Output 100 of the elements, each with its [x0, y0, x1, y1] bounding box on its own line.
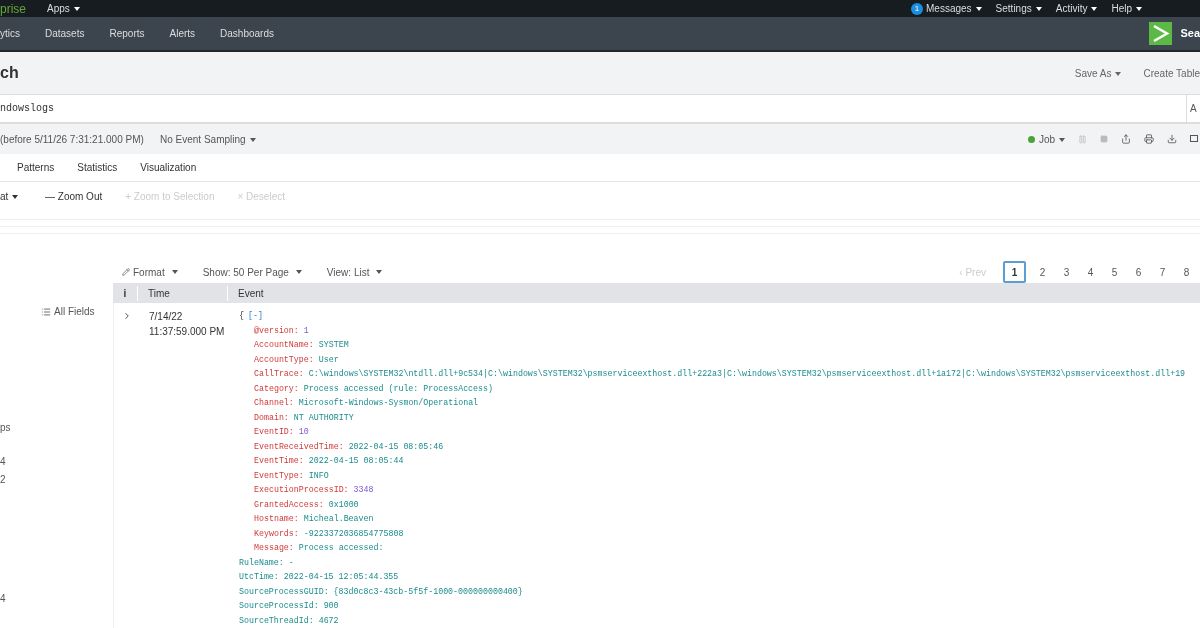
column-header: Time: [138, 285, 228, 301]
json-value: Process accessed (rule: ProcessAccess): [302, 382, 493, 395]
field-list-item[interactable]: ps: [0, 420, 113, 435]
create-table-button[interactable]: Create Table: [1143, 65, 1200, 81]
page-button[interactable]: 8: [1179, 261, 1194, 283]
json-value: Micheal.Beaven: [302, 513, 374, 525]
nav-item[interactable]: Dashboards: [220, 26, 274, 41]
time-range-button[interactable]: A: [1186, 95, 1200, 122]
json-key: ExecutionProcessID:: [254, 483, 349, 498]
results-tab[interactable]: Visualization: [140, 160, 197, 175]
caret-icon: [1091, 7, 1098, 12]
event-time: 11:37:59.000 PM: [149, 325, 226, 339]
page-button[interactable]: 7: [1155, 261, 1170, 283]
json-key: Message:: [254, 541, 294, 556]
app-logo-icon[interactable]: [1149, 22, 1173, 45]
json-value: 2022-04-15 08:05:46: [347, 440, 444, 453]
json-value: 3348: [352, 484, 374, 496]
pencil-icon: [122, 268, 130, 276]
timeline-button[interactable]: — Zoom Out: [45, 189, 103, 204]
column-header: i: [113, 285, 138, 301]
json-key: EventReceivedTime:: [254, 439, 344, 454]
caret-icon: [376, 270, 383, 274]
search-app-label[interactable]: Sea: [1180, 25, 1200, 42]
field-list-item[interactable]: 4: [0, 454, 113, 469]
top-menu[interactable]: Activity: [1055, 1, 1098, 16]
json-value: C:\windows\SYSTEM32\ntdll.dll+9c534|C:\windows\SYSTEM32\psmserviceexthost.dll+222a3|C:\windows\SYSTEM32\psmserviceexthost.dll+1a172|C:\windows\SYSTEM32\psmserviceexthost.dll+19: [307, 368, 1186, 380]
results-menu[interactable]: Format: [122, 264, 178, 280]
caret-icon: [1035, 7, 1042, 12]
save-as-menu[interactable]: Save As: [1074, 65, 1122, 81]
field-list-item[interactable]: 4: [0, 591, 113, 606]
column-header: Event: [237, 286, 264, 301]
mode-icon[interactable]: [1190, 135, 1198, 143]
sampling-menu[interactable]: No Event Sampling: [160, 131, 256, 147]
results-menu[interactable]: View: List: [326, 264, 383, 280]
nav-item[interactable]: Reports: [109, 26, 145, 41]
all-fields-button[interactable]: All Fields: [54, 304, 95, 319]
caret-icon: [975, 7, 982, 12]
apps-menu[interactable]: Apps: [47, 1, 80, 16]
page-button[interactable]: 5: [1107, 261, 1122, 283]
results-tab[interactable]: Statistics: [77, 160, 118, 175]
message-line: UtcTime: 2022-04-15 12:05:44.355: [239, 571, 400, 583]
caret-icon: [1136, 7, 1142, 12]
json-key: AccountName:: [254, 338, 314, 353]
json-key: EventTime:: [254, 454, 304, 469]
message-count-badge: 1: [911, 2, 924, 15]
page-button[interactable]: 4: [1083, 261, 1098, 283]
collapse-toggle[interactable]: [-]: [248, 309, 263, 324]
json-value: NT AUTHORITY: [292, 411, 354, 424]
top-menu[interactable]: Settings: [995, 1, 1042, 16]
json-key: EventType:: [254, 468, 304, 483]
json-key: Hostname:: [254, 512, 299, 527]
event-date: 7/14/22: [149, 310, 184, 324]
message-line: RuleName: -: [239, 556, 295, 569]
download-icon[interactable]: [1167, 134, 1177, 144]
json-key: Channel:: [254, 396, 294, 411]
json-key: Category:: [254, 381, 299, 396]
top-menu[interactable]: Help: [1111, 1, 1142, 16]
field-list-item[interactable]: 2: [0, 472, 113, 487]
json-key: EventID:: [254, 425, 294, 440]
results-tab[interactable]: Patterns: [17, 160, 55, 175]
json-key: Domain:: [254, 410, 289, 425]
job-menu[interactable]: Job: [1038, 131, 1065, 147]
json-value: SYSTEM: [317, 339, 349, 351]
message-line: SourceThreadId: 4672: [239, 614, 340, 627]
json-value: 0x1000: [327, 498, 359, 511]
nav-item[interactable]: ytics: [0, 26, 20, 41]
page-title: ch: [0, 63, 19, 83]
caret-icon: [1059, 137, 1065, 142]
page-button[interactable]: 3: [1059, 261, 1074, 283]
json-key: CallTrace:: [254, 367, 304, 382]
brand-text: prise: [0, 0, 27, 18]
messages-menu[interactable]: Messages: [926, 1, 982, 16]
time-range-text: (before 5/11/26 7:31:21.000 PM): [0, 132, 145, 147]
nav-item[interactable]: Alerts: [169, 26, 196, 41]
json-value: -9223372036854775808: [302, 527, 404, 540]
page-button[interactable]: 2: [1035, 261, 1050, 283]
print-icon[interactable]: [1144, 134, 1154, 144]
caret-icon: [1115, 71, 1122, 76]
json-value: INFO: [307, 469, 329, 482]
caret-icon: [249, 137, 256, 142]
json-value: 2022-04-15 08:05:44: [307, 455, 404, 467]
timeline-button[interactable]: at: [0, 189, 45, 204]
json-value: 1: [302, 324, 309, 337]
nav-item[interactable]: Datasets: [45, 26, 85, 41]
page-button[interactable]: 6: [1131, 261, 1146, 283]
share-icon[interactable]: [1121, 134, 1131, 144]
caret-icon: [295, 270, 302, 274]
json-key: @version:: [254, 323, 299, 338]
json-value: Microsoft-Windows-Sysmon/Operational: [297, 397, 479, 409]
json-value: 10: [297, 426, 309, 438]
json-value: Process accessed:: [297, 542, 384, 554]
json-key: AccountType:: [254, 352, 314, 367]
message-line: SourceProcessGUID: {83d0c8c3-43cb-5f5f-1000-000000000400}: [239, 585, 524, 598]
caret-icon: [73, 7, 80, 12]
list-icon: [41, 306, 51, 317]
search-field[interactable]: ndowslogs: [0, 95, 1186, 122]
caret-icon: [171, 270, 178, 274]
caret-icon: [12, 195, 19, 200]
results-menu[interactable]: Show: 50 Per Page: [202, 264, 302, 280]
message-line: SourceProcessId: 900: [239, 600, 340, 612]
